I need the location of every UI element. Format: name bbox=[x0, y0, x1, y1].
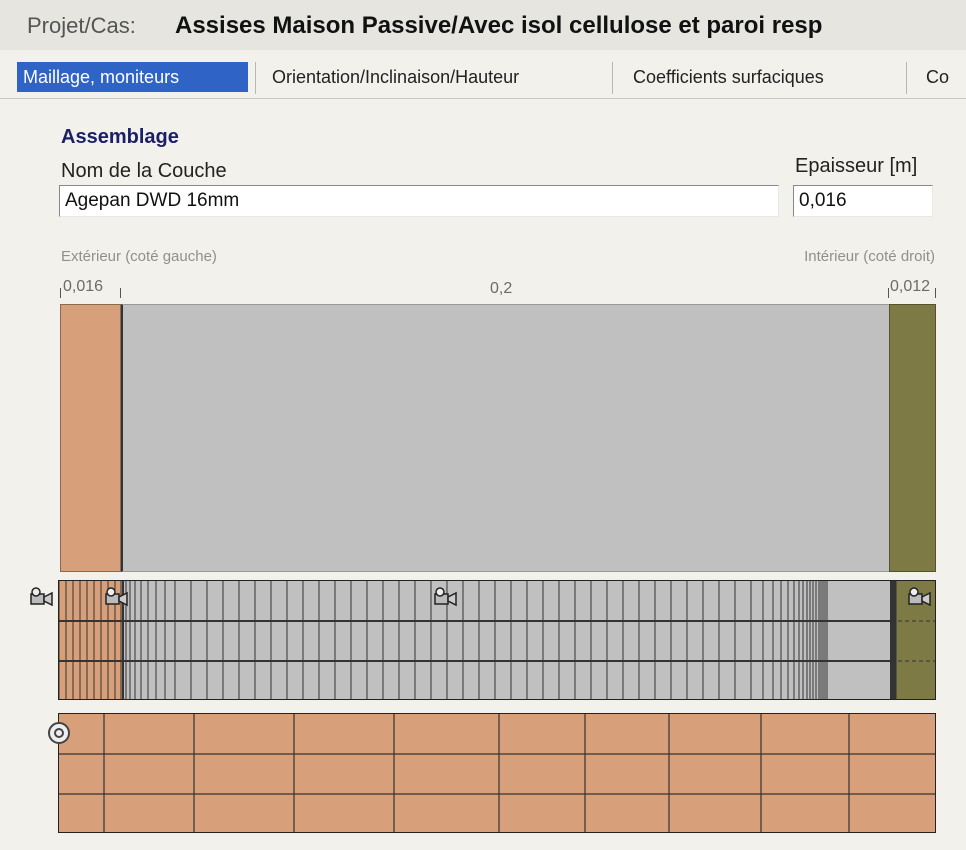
interior-side-label: Intérieur (coté droit) bbox=[804, 248, 935, 265]
mesh-background bbox=[59, 714, 935, 832]
layer-name-label: Nom de la Couche bbox=[61, 160, 227, 182]
layer-name-field[interactable] bbox=[59, 185, 779, 217]
tab-bar: Maillage, moniteurs Orientation/Inclinai… bbox=[0, 58, 966, 99]
exterior-side-label: Extérieur (coté gauche) bbox=[61, 248, 217, 265]
thickness-label: Epaisseur [m] bbox=[795, 155, 918, 177]
layer-boundary-tick bbox=[888, 288, 889, 298]
monitor-sensor-icon[interactable] bbox=[432, 585, 458, 609]
tab-maillage-moniteurs[interactable]: Maillage, moniteurs bbox=[17, 62, 248, 92]
window-titlebar: Projet/Cas: Assises Maison Passive/Avec … bbox=[0, 0, 966, 50]
layer-boundary-tick bbox=[935, 288, 936, 298]
layer-agepan-dwd[interactable] bbox=[60, 304, 121, 572]
section-title-assemblage: Assemblage bbox=[61, 126, 179, 148]
layer-boundary-tick bbox=[120, 288, 121, 298]
tab-separator bbox=[255, 62, 256, 94]
tab-separator bbox=[906, 62, 907, 94]
monitor-sensor-icon[interactable] bbox=[103, 585, 129, 609]
layer-thickness-label: 0,016 bbox=[63, 278, 104, 295]
layer-cellulose-insulation[interactable] bbox=[121, 304, 889, 572]
tab-truncated[interactable]: Co bbox=[926, 62, 966, 92]
first-mesh-grid bbox=[58, 580, 936, 700]
second-mesh-grid bbox=[58, 713, 936, 833]
layer-thickness-label: 0,012 bbox=[890, 278, 931, 295]
project-case-label: Projet/Cas: bbox=[27, 13, 136, 38]
layer-thickness-label: 0,2 bbox=[490, 280, 513, 297]
layer-boundary-tick bbox=[60, 288, 61, 298]
monitor-sensor-icon[interactable] bbox=[906, 585, 932, 609]
monitor-sensor-icon[interactable] bbox=[28, 585, 54, 609]
mesh-segment-cellulose bbox=[123, 581, 891, 699]
thickness-field[interactable] bbox=[793, 185, 933, 217]
tab-coefficients[interactable]: Coefficients surfaciques bbox=[633, 62, 893, 92]
tab-orientation[interactable]: Orientation/Inclinaison/Hauteur bbox=[272, 62, 602, 92]
tab-separator bbox=[612, 62, 613, 94]
ring-target-icon[interactable] bbox=[48, 722, 70, 744]
layer-interior-panel[interactable] bbox=[889, 304, 936, 572]
project-case-title: Assises Maison Passive/Avec isol cellulo… bbox=[175, 12, 823, 39]
